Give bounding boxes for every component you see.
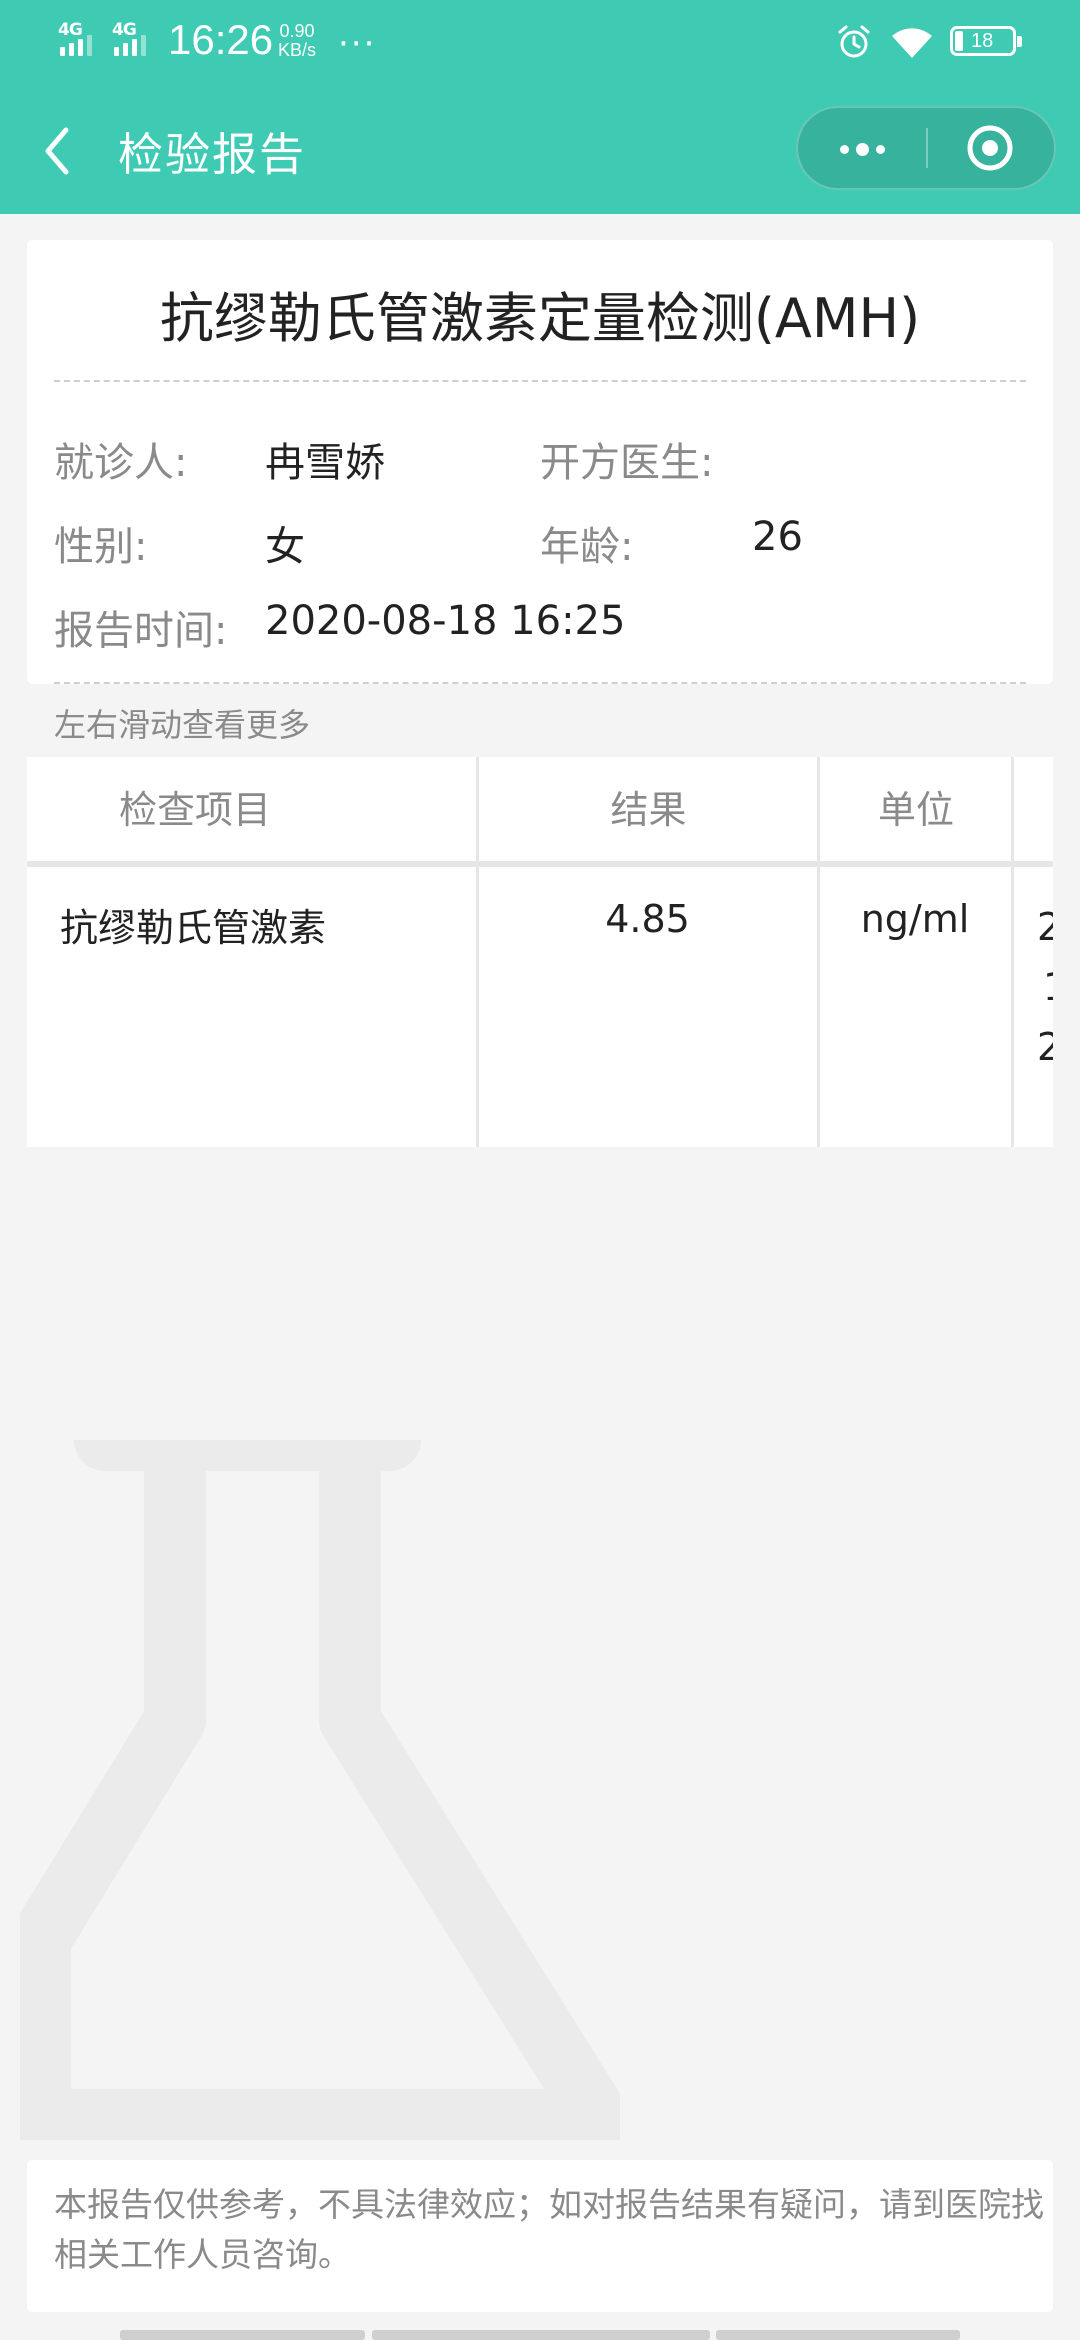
chevron-left-icon[interactable] [36, 116, 86, 186]
bottom-bar-segment [120, 2330, 365, 2340]
column-header-unit: 单位 [877, 788, 954, 832]
status-bar: 4G 4G 16:26 0.90 KB/s ··· 18 [0, 0, 1080, 88]
header-divider [27, 861, 1053, 867]
flask-icon [20, 1440, 620, 2140]
gender-value: 女 [265, 524, 305, 570]
age-value: 26 [752, 514, 803, 560]
miniprogram-capsule [796, 106, 1056, 190]
network-type: 4G [112, 20, 137, 40]
report-header-card: 抗缪勒氏管激素定量检测(AMH) 就诊人: 冉雪娇 开方医生: 性别: 女 年龄… [27, 240, 1053, 684]
patient-value: 冉雪娇 [265, 440, 385, 486]
alarm-icon [838, 25, 870, 58]
doctor-label: 开方医生: [540, 440, 714, 486]
divider [54, 380, 1026, 382]
column-header-result: 结果 [610, 788, 687, 832]
status-time: 16:26 [168, 16, 274, 63]
divider [54, 682, 1026, 684]
column-header-item: 检查项目 [118, 788, 271, 832]
cell-reference-truncated: 2 1 2 [1037, 905, 1053, 1069]
signal-icon-sim1: 4G [58, 20, 106, 60]
cell-result: 4.85 [605, 897, 690, 941]
network-type: 4G [58, 20, 83, 40]
wifi-icon [892, 28, 932, 58]
more-dots-icon[interactable] [798, 108, 926, 188]
column-divider [476, 757, 479, 1147]
bottom-bar-segment [716, 2330, 960, 2340]
speed-unit: KB/s [278, 40, 317, 60]
cell-item: 抗缪勒氏管激素 [60, 906, 327, 950]
speed-value: 0.90 [279, 21, 315, 41]
status-more: ··· [338, 24, 377, 64]
bottom-bar-segment [372, 2330, 710, 2340]
result-table[interactable]: 检查项目 结果 单位 抗缪勒氏管激素 4.85 ng/ml 2 1 2 [27, 757, 1053, 1147]
network-speed: 0.90 KB/s [278, 22, 316, 60]
patient-label: 就诊人: [54, 440, 188, 486]
age-label: 年龄: [540, 524, 634, 570]
nav-bar: 检验报告 [0, 88, 1080, 214]
disclaimer-text: 本报告仅供参考，不具法律效应；如对报告结果有疑问，请到医院找相关工作人员咨询。 [54, 2185, 1044, 2274]
signal-icon-sim2: 4G [112, 20, 160, 60]
report-time-label: 报告时间: [54, 608, 228, 654]
scroll-hint: 左右滑动查看更多 [54, 706, 311, 744]
battery-level: 18 [971, 30, 994, 52]
page-title: 检验报告 [118, 128, 307, 181]
report-time-value: 2020-08-18 16:25 [265, 598, 626, 644]
target-circle-icon[interactable] [928, 108, 1054, 188]
column-divider [817, 757, 820, 1147]
column-divider [1011, 757, 1014, 1147]
test-title: 抗缪勒氏管激素定量检测(AMH) [159, 287, 921, 350]
cell-unit: ng/ml [860, 897, 970, 941]
disclaimer-card: 本报告仅供参考，不具法律效应；如对报告结果有疑问，请到医院找相关工作人员咨询。 [27, 2160, 1053, 2312]
gender-label: 性别: [54, 524, 148, 570]
battery-icon: 18 [950, 26, 1022, 56]
